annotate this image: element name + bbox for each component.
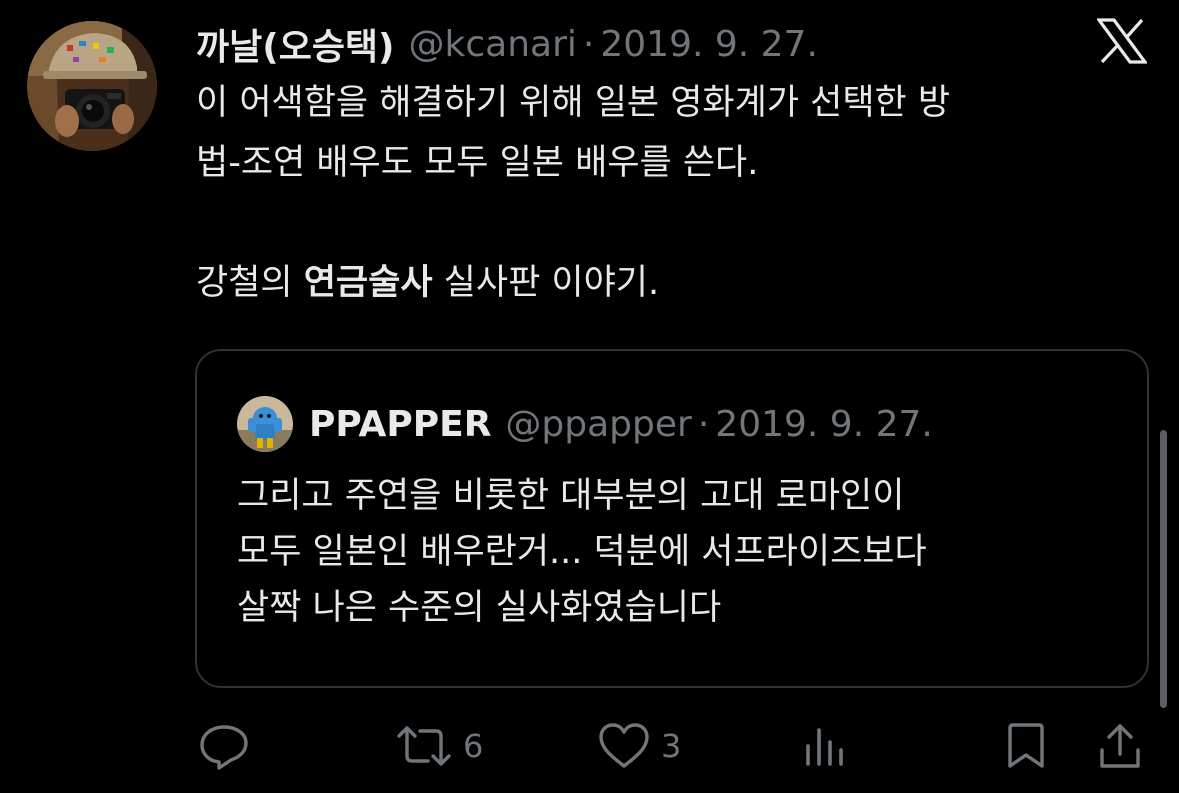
quoted-author-display-name[interactable]: PPAPPER bbox=[309, 404, 491, 445]
quoted-tweet-body: 그리고 주연을 비롯한 대부분의 고대 로마인이 모두 일본인 배우란거... … bbox=[237, 468, 1127, 636]
tweet-text-line: 이 어색함을 해결하기 위해 일본 영화계가 선택한 방 bbox=[196, 83, 951, 123]
quoted-tweet-card[interactable]: PPAPPER @ppapper · 2019. 9. 27. 그리고 주연을 … bbox=[195, 349, 1149, 688]
quoted-author-handle[interactable]: @ppapper bbox=[505, 404, 691, 445]
tweet-text-bold: 연금술사 bbox=[303, 263, 433, 303]
tweet-text-segment: 강철의 bbox=[196, 263, 304, 303]
tweet-text-line: 법-조연 배우도 모두 일본 배우를 쓴다. bbox=[196, 143, 759, 183]
tweet-header: 까날(오승택) @kcanari · 2019. 9. 27. bbox=[196, 16, 818, 72]
author-handle[interactable]: @kcanari bbox=[409, 24, 577, 65]
like-button[interactable]: 3 bbox=[597, 720, 681, 772]
share-button[interactable] bbox=[1097, 720, 1143, 772]
x-logo-icon[interactable] bbox=[1095, 18, 1149, 64]
tweet-text-segment: 실사판 이야기. bbox=[432, 263, 660, 303]
author-display-name[interactable]: 까날(오승택) bbox=[196, 18, 395, 70]
quoted-header-separator: · bbox=[697, 403, 710, 445]
like-count: 3 bbox=[661, 727, 682, 765]
quoted-text-line: 살짝 나은 수준의 실사화였습니다 bbox=[237, 588, 722, 628]
retweet-icon bbox=[397, 726, 451, 766]
quoted-author-avatar[interactable] bbox=[237, 396, 293, 452]
quoted-tweet-date[interactable]: 2019. 9. 27. bbox=[715, 404, 933, 445]
photographer-avatar-icon bbox=[27, 21, 157, 151]
header-separator: · bbox=[582, 23, 595, 65]
heart-icon bbox=[599, 723, 649, 768]
quoted-text-line: 모두 일본인 배우란거... 덕분에 서프라이즈보다 bbox=[237, 532, 927, 572]
retweet-button[interactable]: 6 bbox=[395, 720, 483, 772]
retweet-count: 6 bbox=[463, 727, 484, 765]
bookmark-button[interactable] bbox=[1004, 720, 1048, 772]
views-icon bbox=[806, 728, 843, 766]
views-button[interactable] bbox=[802, 720, 848, 772]
share-icon bbox=[1100, 724, 1140, 768]
scrollbar-thumb[interactable] bbox=[1160, 430, 1167, 708]
quoted-tweet-header: PPAPPER @ppapper · 2019. 9. 27. bbox=[309, 395, 933, 453]
tweet-text-line: 강철의 연금술사 실사판 이야기. bbox=[196, 253, 1146, 313]
reply-icon bbox=[200, 725, 248, 770]
quoted-text-line: 그리고 주연을 비롯한 대부분의 고대 로마인이 bbox=[237, 476, 905, 516]
tweet-date[interactable]: 2019. 9. 27. bbox=[600, 24, 818, 65]
blue-figure-avatar-icon bbox=[237, 396, 293, 452]
bookmark-icon bbox=[1008, 723, 1044, 768]
tweet-body: 이 어색함을 해결하기 위해 일본 영화계가 선택한 방 법-조연 배우도 모두… bbox=[196, 73, 1146, 313]
author-avatar[interactable] bbox=[27, 21, 157, 151]
reply-button[interactable] bbox=[198, 720, 250, 772]
tweet-action-bar: 6 3 bbox=[0, 720, 1179, 772]
